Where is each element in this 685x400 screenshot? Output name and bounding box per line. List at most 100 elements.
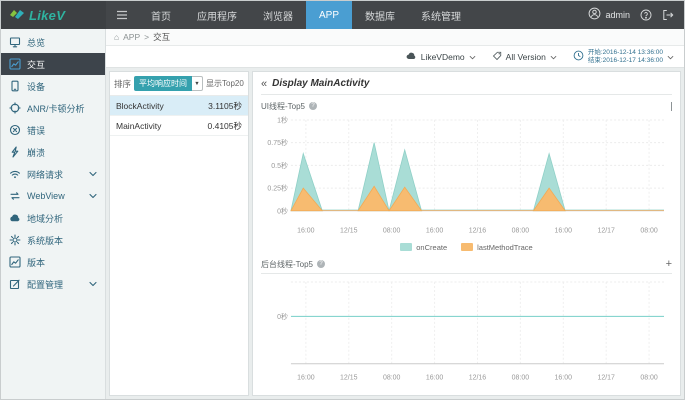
- nav-item-apps[interactable]: 应用程序: [184, 1, 250, 29]
- chevron-down-icon: [87, 278, 99, 290]
- collapse-icon[interactable]: «: [261, 79, 267, 89]
- sidebar-item-webview[interactable]: WebView: [1, 185, 105, 207]
- sidebar: 总览交互设备 ANR/卡顿分析错误崩溃网络请求 WebView 地域分析系统版本版本配…: [1, 29, 106, 399]
- nav-item-home[interactable]: 首页: [138, 1, 184, 29]
- chart-legend: onCreate lastMethodTrace: [261, 241, 672, 254]
- nav-item-system[interactable]: 系统管理: [408, 1, 474, 29]
- svg-text:16:00: 16:00: [426, 374, 444, 381]
- user-menu[interactable]: admin: [588, 7, 630, 23]
- sort-label: 排序: [114, 78, 131, 90]
- top-navbar: LikeV 首页应用程序浏览器APP数据库系统管理 admin: [1, 1, 684, 29]
- sidebar-item-label: 系统版本: [27, 234, 99, 247]
- sidebar-item-config[interactable]: 配置管理: [1, 273, 105, 295]
- sidebar-item-network-request[interactable]: 网络请求: [1, 163, 105, 185]
- logout-icon[interactable]: [662, 9, 674, 21]
- bg-thread-chart-title: 后台线程-Top5: [261, 259, 313, 270]
- legend-item-onCreate[interactable]: onCreate: [400, 243, 447, 252]
- sidebar-item-error[interactable]: 错误: [1, 119, 105, 141]
- activity-value: 3.1105秒: [208, 100, 242, 112]
- breadcrumb-app[interactable]: APP: [123, 32, 140, 42]
- cloud-icon: [9, 212, 21, 224]
- expand-icon[interactable]: +: [666, 259, 672, 269]
- svg-text:0秒: 0秒: [277, 206, 288, 215]
- svg-text:0.5秒: 0.5秒: [271, 161, 288, 170]
- svg-text:0.25秒: 0.25秒: [267, 184, 288, 193]
- sidebar-item-label: 交互: [27, 58, 99, 71]
- list-item[interactable]: MainActivity0.4105秒: [110, 116, 248, 136]
- cloud-icon: [406, 51, 417, 62]
- date-end: 结束:2016-12-17 14:36:00: [588, 57, 663, 65]
- version-selector[interactable]: All Version: [492, 51, 557, 63]
- sidebar-item-anr-analysis[interactable]: ANR/卡顿分析: [1, 97, 105, 119]
- sidebar-item-overview[interactable]: 总览: [1, 31, 105, 53]
- sidebar-item-region-analysis[interactable]: 地域分析: [1, 207, 105, 229]
- help-icon[interactable]: [640, 9, 652, 21]
- sidebar-item-version[interactable]: 版本: [1, 251, 105, 273]
- sidebar-item-label: 错误: [27, 124, 99, 137]
- svg-text:16:00: 16:00: [297, 228, 315, 235]
- nav-menu: 首页应用程序浏览器APP数据库系统管理: [138, 1, 474, 29]
- logo-text: LikeV: [29, 8, 65, 23]
- sidebar-item-device[interactable]: 设备: [1, 75, 105, 97]
- ui-thread-chart-header: UI线程-Top5 ?: [261, 97, 672, 115]
- chart-toolbar-icon[interactable]: [671, 102, 672, 111]
- line-chart-icon: [9, 256, 21, 268]
- activity-name: MainActivity: [116, 121, 161, 131]
- crash-icon: [9, 146, 21, 158]
- svg-text:08:00: 08:00: [640, 374, 658, 381]
- chevron-down-icon: [667, 52, 674, 62]
- nav-item-browser[interactable]: 浏览器: [250, 1, 306, 29]
- svg-text:1秒: 1秒: [277, 115, 288, 124]
- page-title: Display MainActivity: [272, 78, 369, 89]
- nav-spacer: [474, 1, 588, 29]
- svg-text:12/15: 12/15: [340, 228, 358, 235]
- breadcrumb-separator: >: [144, 32, 149, 42]
- svg-text:0秒: 0秒: [277, 312, 288, 321]
- detail-panel: « Display MainActivity UI线程-Top5 ? 1秒0.7…: [252, 71, 681, 396]
- edit-icon: [9, 278, 21, 290]
- filter-toolbar: LikeVDemo All Version: [106, 46, 684, 68]
- webview-icon: [9, 190, 21, 202]
- sort-dropdown-value: 平均响应时间: [134, 76, 192, 91]
- sidebar-item-label: 配置管理: [27, 278, 81, 291]
- hamburger-menu-icon[interactable]: [106, 1, 138, 29]
- svg-text:16:00: 16:00: [297, 374, 315, 381]
- sidebar-item-label: 网络请求: [27, 168, 81, 181]
- sidebar-item-system-version[interactable]: 系统版本: [1, 229, 105, 251]
- sort-dropdown[interactable]: 平均响应时间 ▼: [134, 76, 203, 91]
- svg-text:12/17: 12/17: [597, 228, 615, 235]
- chevron-down-icon: [469, 52, 476, 62]
- monitor-icon: [9, 36, 21, 48]
- svg-text:16:00: 16:00: [426, 228, 444, 235]
- logo[interactable]: LikeV: [1, 1, 106, 29]
- date-range-selector[interactable]: 开始:2016-12-14 13:36:00 结束:2016-12-17 14:…: [573, 49, 674, 65]
- likev-logo-icon: [9, 7, 25, 24]
- svg-text:08:00: 08:00: [383, 228, 401, 235]
- wifi-icon: [9, 168, 21, 180]
- svg-text:08:00: 08:00: [640, 228, 658, 235]
- sidebar-item-crash[interactable]: 崩溃: [1, 141, 105, 163]
- chart-help-icon[interactable]: ?: [309, 102, 317, 110]
- sidebar-item-label: WebView: [27, 191, 81, 201]
- bg-thread-chart: 0秒16:0012/1508:0016:0012/1608:0016:0012/…: [261, 274, 672, 386]
- svg-text:08:00: 08:00: [512, 228, 530, 235]
- sidebar-item-label: 设备: [27, 80, 99, 93]
- ui-thread-chart: 1秒0.75秒0.5秒0.25秒0秒16:0012/1508:0016:0012…: [261, 115, 672, 241]
- sidebar-item-label: 地域分析: [27, 212, 99, 225]
- nav-item-database[interactable]: 数据库: [352, 1, 408, 29]
- sidebar-item-interaction[interactable]: 交互: [1, 53, 105, 75]
- chevron-down-icon: [87, 168, 99, 180]
- svg-text:08:00: 08:00: [383, 374, 401, 381]
- app-selector[interactable]: LikeVDemo: [406, 51, 476, 62]
- svg-text:16:00: 16:00: [555, 374, 573, 381]
- list-item[interactable]: BlockActivity3.1105秒: [110, 96, 248, 116]
- nav-item-app[interactable]: APP: [306, 1, 352, 29]
- dropdown-caret-icon: ▼: [192, 76, 203, 91]
- bg-thread-chart-header: 后台线程-Top5 ? +: [261, 256, 672, 274]
- legend-item-lastMethodTrace[interactable]: lastMethodTrace: [461, 243, 533, 252]
- chevron-down-icon: [550, 52, 557, 62]
- svg-text:12/16: 12/16: [469, 228, 487, 235]
- chart-help-icon[interactable]: ?: [317, 260, 325, 268]
- user-zone: admin: [588, 1, 684, 29]
- activity-list: BlockActivity3.1105秒MainActivity0.4105秒: [110, 96, 248, 395]
